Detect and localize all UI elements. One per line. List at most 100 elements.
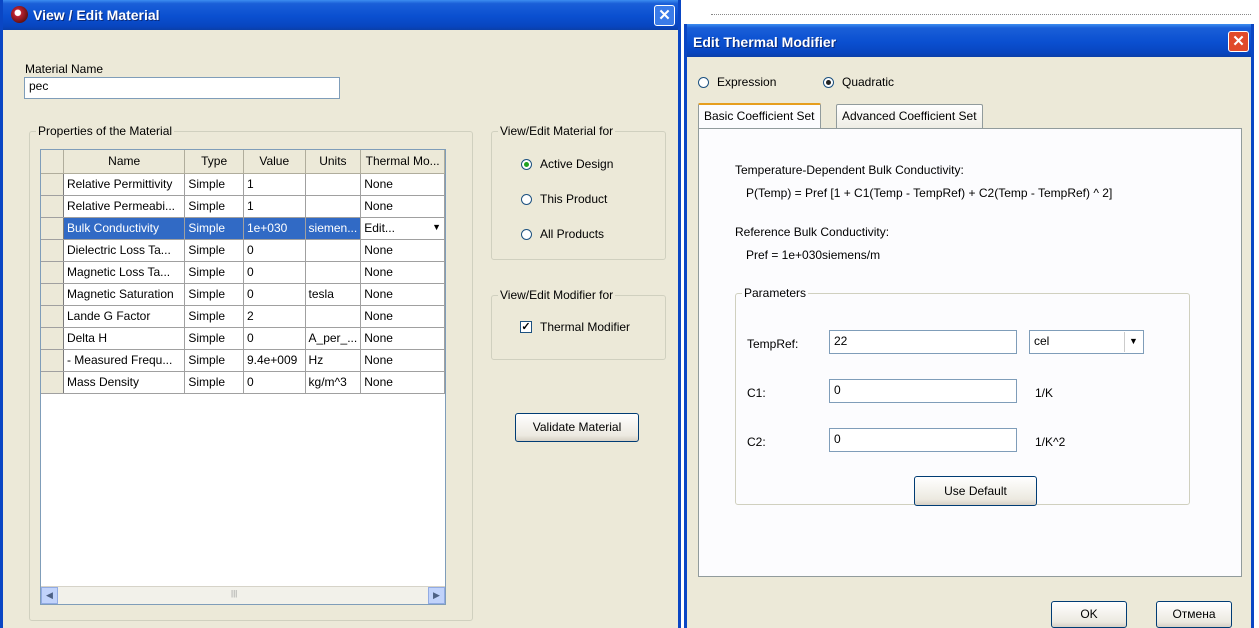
use-default-button[interactable]: Use Default	[914, 476, 1037, 506]
validate-material-button[interactable]: Validate Material	[515, 413, 639, 442]
c2-input[interactable]: 0	[829, 428, 1017, 452]
table-row[interactable]: Bulk Conductivity Simple 1e+030 siemen... Ed…	[41, 217, 445, 240]
cell-name[interactable]: Relative Permeabi...	[63, 195, 186, 218]
radio-expression[interactable]: Expression	[698, 75, 776, 89]
row-header[interactable]	[41, 283, 64, 306]
scroll-left-icon[interactable]: ◀	[41, 587, 58, 604]
table-row[interactable]: Magnetic Loss Ta... Simple 0 None	[41, 261, 445, 284]
cell-thermal[interactable]: None	[360, 371, 445, 394]
radio-active-design-dot[interactable]	[521, 158, 532, 170]
cell-units[interactable]: Hz	[305, 349, 362, 372]
column-header-thermal[interactable]: Thermal Mo...	[360, 150, 445, 174]
properties-grid[interactable]: Name Type Value Units Thermal Mo... Rela…	[40, 149, 446, 605]
column-header-name[interactable]: Name	[63, 150, 186, 174]
thermal-modifier-checkbox[interactable]: ✓ Thermal Modifier	[520, 320, 630, 334]
cell-type[interactable]: Simple	[184, 371, 244, 394]
cell-value[interactable]: 0	[243, 283, 306, 306]
tab-advanced-coefficient-set[interactable]: Advanced Coefficient Set	[836, 104, 983, 128]
column-header-type[interactable]: Type	[184, 150, 244, 174]
cell-name[interactable]: Delta H	[63, 327, 186, 350]
material-close-icon[interactable]: ✕	[654, 5, 675, 26]
cell-units[interactable]: A_per_...	[305, 327, 362, 350]
cell-type[interactable]: Simple	[184, 195, 244, 218]
cell-units[interactable]: tesla	[305, 283, 362, 306]
chevron-down-icon[interactable]: ▼	[1124, 332, 1142, 352]
table-row[interactable]: Relative Permittivity Simple 1 None	[41, 173, 445, 196]
cell-value[interactable]: 0	[243, 261, 306, 284]
ok-button[interactable]: OK	[1051, 601, 1127, 628]
radio-all-products[interactable]: All Products	[521, 227, 604, 241]
grid-horizontal-scrollbar[interactable]: ◀ ||| ▶	[41, 586, 445, 604]
row-header[interactable]	[41, 305, 64, 328]
cell-value[interactable]: 0	[243, 371, 306, 394]
cell-thermal[interactable]: None	[360, 283, 445, 306]
column-header-units[interactable]: Units	[305, 150, 362, 174]
cell-type[interactable]: Simple	[184, 261, 244, 284]
cell-type[interactable]: Simple	[184, 283, 244, 306]
cell-value[interactable]: 0	[243, 239, 306, 262]
column-header-value[interactable]: Value	[243, 150, 306, 174]
radio-quadratic-dot[interactable]	[823, 76, 834, 88]
table-row[interactable]: Lande G Factor Simple 2 None	[41, 305, 445, 328]
cell-value[interactable]: 1	[243, 195, 306, 218]
cell-units[interactable]	[305, 261, 362, 284]
cell-name[interactable]: Bulk Conductivity	[63, 217, 186, 240]
cell-thermal[interactable]: None	[360, 239, 445, 262]
cell-units[interactable]: kg/m^3	[305, 371, 362, 394]
table-row[interactable]: Dielectric Loss Ta... Simple 0 None	[41, 239, 445, 262]
cell-value[interactable]: 0	[243, 327, 306, 350]
radio-expression-dot[interactable]	[698, 76, 709, 88]
scroll-right-icon[interactable]: ▶	[428, 587, 445, 604]
cell-type[interactable]: Simple	[184, 217, 244, 240]
tempref-unit-select[interactable]: cel ▼	[1029, 330, 1144, 354]
cell-value[interactable]: 2	[243, 305, 306, 328]
cell-units[interactable]	[305, 195, 362, 218]
cell-thermal[interactable]: None	[360, 261, 445, 284]
radio-this-product[interactable]: This Product	[521, 192, 607, 206]
cell-value[interactable]: 1e+030	[243, 217, 306, 240]
cell-thermal[interactable]: None	[360, 305, 445, 328]
table-row[interactable]: Magnetic Saturation Simple 0 tesla None	[41, 283, 445, 306]
thermal-title-bar[interactable]: Edit Thermal Modifier ✕	[687, 24, 1251, 57]
row-header[interactable]	[41, 239, 64, 262]
radio-this-product-dot[interactable]	[521, 193, 532, 205]
table-row[interactable]: Delta H Simple 0 A_per_... None	[41, 327, 445, 350]
thermal-modifier-check-icon[interactable]: ✓	[520, 321, 532, 333]
thermal-close-icon[interactable]: ✕	[1228, 31, 1249, 52]
radio-active-design[interactable]: Active Design	[521, 157, 613, 171]
row-header[interactable]	[41, 195, 64, 218]
tab-basic-coefficient-set[interactable]: Basic Coefficient Set	[698, 103, 821, 128]
chevron-down-icon[interactable]: ▼	[432, 222, 441, 232]
cell-units[interactable]	[305, 173, 362, 196]
tempref-input[interactable]: 22	[829, 330, 1017, 354]
row-header[interactable]	[41, 371, 64, 394]
cell-name[interactable]: Magnetic Loss Ta...	[63, 261, 186, 284]
table-row[interactable]: - Measured Frequ... Simple 9.4e+009 Hz None	[41, 349, 445, 372]
cell-units[interactable]	[305, 305, 362, 328]
cell-name[interactable]: - Measured Frequ...	[63, 349, 186, 372]
cell-thermal[interactable]: None	[360, 349, 445, 372]
row-header[interactable]	[41, 327, 64, 350]
row-header[interactable]	[41, 217, 64, 240]
cell-thermal[interactable]: None	[360, 327, 445, 350]
table-row[interactable]: Relative Permeabi... Simple 1 None	[41, 195, 445, 218]
cell-type[interactable]: Simple	[184, 305, 244, 328]
cell-type[interactable]: Simple	[184, 173, 244, 196]
radio-quadratic[interactable]: Quadratic	[823, 75, 894, 89]
cell-name[interactable]: Lande G Factor	[63, 305, 186, 328]
cell-units[interactable]: siemen...	[305, 217, 362, 240]
cancel-button[interactable]: Отмена	[1156, 601, 1232, 628]
material-title-bar[interactable]: View / Edit Material ✕	[3, 0, 678, 30]
cell-type[interactable]: Simple	[184, 327, 244, 350]
cell-value[interactable]: 1	[243, 173, 306, 196]
cell-value[interactable]: 9.4e+009	[243, 349, 306, 372]
material-name-input[interactable]: pec	[24, 77, 340, 99]
row-header[interactable]	[41, 349, 64, 372]
cell-type[interactable]: Simple	[184, 349, 244, 372]
cell-name[interactable]: Relative Permittivity	[63, 173, 186, 196]
cell-name[interactable]: Dielectric Loss Ta...	[63, 239, 186, 262]
cell-type[interactable]: Simple	[184, 239, 244, 262]
row-header[interactable]	[41, 261, 64, 284]
cell-units[interactable]	[305, 239, 362, 262]
radio-all-products-dot[interactable]	[521, 228, 532, 240]
